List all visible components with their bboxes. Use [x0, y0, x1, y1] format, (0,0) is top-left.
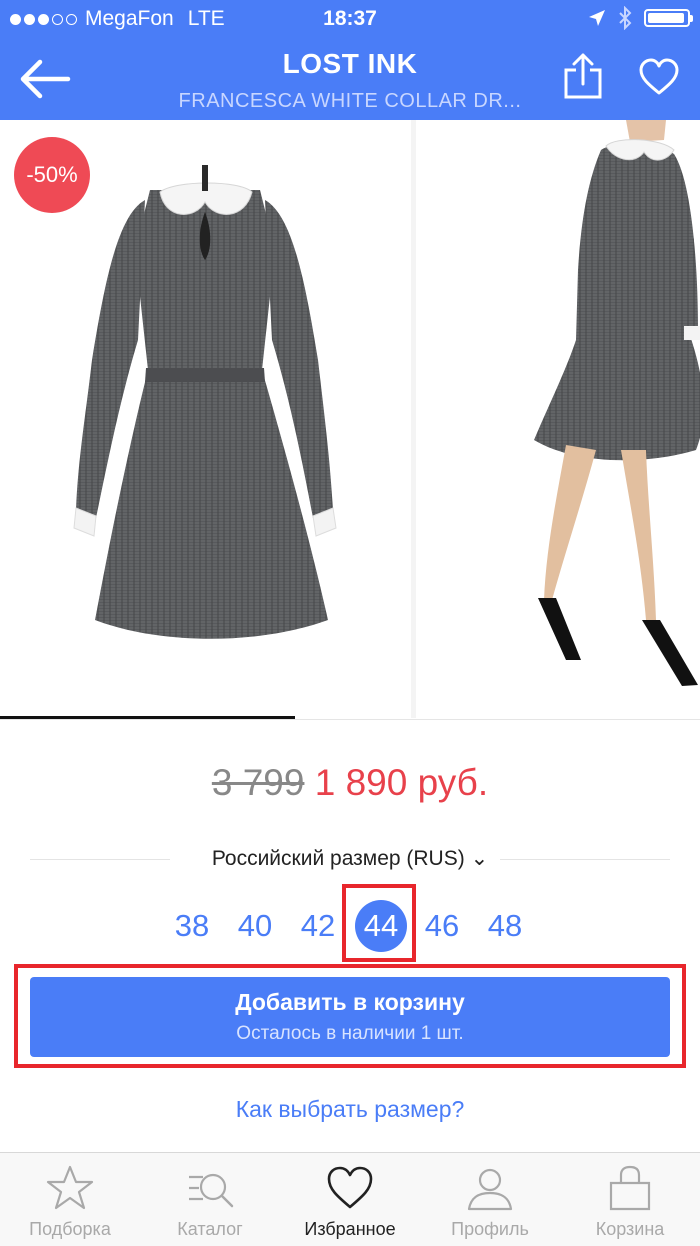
catalog-search-icon: [189, 1173, 234, 1208]
person-icon: [467, 1168, 513, 1211]
size-guide-link[interactable]: Как выбрать размер?: [0, 1096, 700, 1123]
favorite-heart-icon[interactable]: [638, 58, 680, 96]
location-arrow-icon: [589, 10, 605, 26]
size-option-44-selected[interactable]: 44: [351, 896, 411, 956]
discount-badge: -50%: [14, 137, 90, 213]
size-value: 44: [363, 908, 399, 943]
status-right: [588, 6, 693, 30]
product-photo-model[interactable]: [416, 120, 700, 718]
size-value: 48: [487, 908, 523, 943]
battery-icon: [644, 9, 693, 27]
tab-korzina[interactable]: Корзина: [560, 1153, 700, 1246]
bluetooth-icon: [619, 6, 632, 30]
size-option-40[interactable]: 40: [225, 896, 285, 956]
size-system-label[interactable]: Российский размер (RUS) ⌄: [30, 846, 670, 871]
gallery-bottom-divider: [0, 719, 700, 720]
size-option-42[interactable]: 42: [288, 896, 348, 956]
tab-izbrannoe[interactable]: Избранное: [280, 1153, 420, 1246]
chevron-down-icon: ⌄: [470, 847, 489, 870]
tab-label: Подборка: [29, 1219, 111, 1239]
product-image-gallery[interactable]: -50%: [0, 120, 700, 720]
share-icon[interactable]: [562, 52, 604, 100]
product-name: FRANCESCA WHITE COLLAR DR...: [178, 90, 522, 112]
status-bar: MegaFon LTE 18:37: [0, 0, 700, 40]
size-value: 42: [300, 908, 336, 943]
app-header: MegaFon LTE 18:37 LOST INK FRANCESCA WHI…: [0, 0, 700, 120]
heart-icon: [327, 1166, 373, 1209]
size-value: 38: [174, 908, 210, 943]
size-system-selector[interactable]: Российский размер (RUS) ⌄: [30, 844, 670, 874]
tab-katalog[interactable]: Каталог: [140, 1153, 280, 1246]
bag-icon: [609, 1165, 651, 1211]
old-price: 3 799: [211, 762, 305, 803]
tab-label: Профиль: [451, 1219, 529, 1239]
price-block: 3 799 1 890 руб.: [0, 762, 700, 804]
bottom-tab-bar: Подборка Каталог Избранное Профиль Корзи…: [0, 1152, 700, 1246]
size-option-48[interactable]: 48: [475, 896, 535, 956]
sale-price: 1 890 руб.: [314, 762, 489, 803]
tab-label: Избранное: [304, 1219, 396, 1239]
size-value: 46: [424, 908, 460, 943]
tab-profil[interactable]: Профиль: [420, 1153, 560, 1246]
tab-label: Корзина: [595, 1219, 665, 1239]
size-option-46[interactable]: 46: [412, 896, 472, 956]
tab-label: Каталог: [177, 1219, 243, 1239]
add-to-cart-highlight: [14, 964, 686, 1068]
size-system-text: Российский размер (RUS): [211, 847, 465, 870]
tab-podborka[interactable]: Подборка: [0, 1153, 140, 1246]
size-option-38[interactable]: 38: [162, 896, 222, 956]
size-value: 40: [237, 908, 273, 943]
size-options: 38 40 42 44 46 48: [162, 896, 542, 956]
star-icon: [46, 1165, 94, 1210]
